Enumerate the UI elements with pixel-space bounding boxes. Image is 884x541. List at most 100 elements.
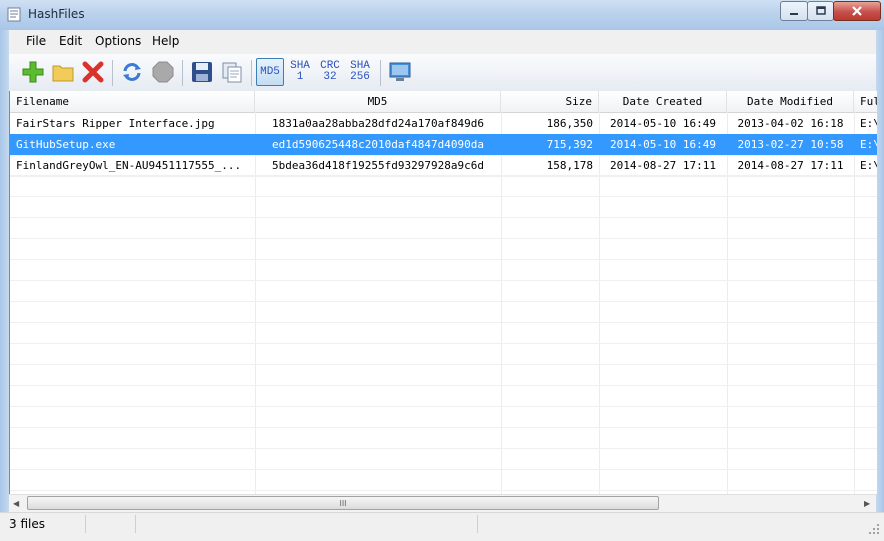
- cell-date-modified: 2013-04-02 16:18: [737, 117, 844, 130]
- minimize-button[interactable]: [780, 1, 808, 21]
- grid-line: [10, 217, 877, 218]
- toolbar-separator: [182, 60, 183, 86]
- stop-icon: [152, 61, 174, 83]
- cell-date-modified: 2014-08-27 17:11: [737, 159, 844, 172]
- column-header: Filename MD5 Size Date Created Date Modi…: [10, 91, 877, 113]
- save-icon: [192, 62, 212, 82]
- save-button[interactable]: [188, 58, 216, 86]
- title-bar[interactable]: HashFiles: [0, 0, 884, 31]
- copy-button[interactable]: [218, 58, 246, 86]
- open-folder-button[interactable]: [49, 58, 77, 86]
- sha256-toggle-button[interactable]: SHA 256: [346, 58, 374, 86]
- grid-line: [10, 238, 877, 239]
- resize-grip-icon[interactable]: [868, 523, 880, 535]
- remove-button[interactable]: [79, 58, 107, 86]
- header-size[interactable]: Size: [501, 91, 599, 112]
- minimize-icon: [790, 13, 798, 15]
- status-file-count: 3 files: [9, 517, 45, 531]
- monitor-button[interactable]: [386, 58, 414, 86]
- status-bar: 3 files: [0, 512, 884, 541]
- header-full-path[interactable]: Ful: [854, 91, 877, 112]
- grid-line: [10, 406, 877, 407]
- cell-date-modified: 2013-02-27 10:58: [737, 138, 844, 151]
- cell-size: 715,392: [546, 138, 593, 151]
- status-divider: [135, 515, 136, 533]
- status-divider: [477, 515, 478, 533]
- cell-filename: GitHubSetup.exe: [16, 138, 116, 151]
- sha256-label: SHA 256: [350, 60, 370, 83]
- menu-bar: File Edit Options Help: [9, 30, 876, 54]
- cell-full-path: E:\: [860, 117, 877, 130]
- cell-full-path: E:\: [860, 138, 877, 151]
- cell-filename: FairStars Ripper Interface.jpg: [16, 117, 215, 130]
- cell-filename: FinlandGreyOwl_EN-AU9451117555_...: [16, 159, 242, 172]
- grid-line: [10, 301, 877, 302]
- header-filename[interactable]: Filename: [10, 91, 255, 112]
- cell-full-path: E:\: [860, 159, 877, 172]
- add-files-button[interactable]: [19, 58, 47, 86]
- toolbar-separator: [251, 60, 252, 86]
- table-row-selected[interactable]: GitHubSetup.exe ed1d590625448c2010daf484…: [10, 134, 877, 156]
- grid-line: [10, 259, 877, 260]
- cell-size: 158,178: [546, 159, 593, 172]
- menu-help[interactable]: Help: [152, 34, 179, 48]
- header-date-modified[interactable]: Date Modified: [727, 91, 854, 112]
- open-folder-icon: [52, 65, 74, 82]
- refresh-icon: [123, 63, 141, 81]
- scroll-thumb[interactable]: III: [27, 496, 659, 510]
- crc32-toggle-button[interactable]: CRC 32: [316, 58, 344, 86]
- grid-line: [10, 343, 877, 344]
- scroll-grip: III: [339, 498, 347, 508]
- crc32-label: CRC 32: [320, 60, 340, 83]
- grid-line: [10, 322, 877, 323]
- status-divider: [85, 515, 86, 533]
- grid-line: [10, 469, 877, 470]
- menu-file[interactable]: File: [26, 34, 46, 48]
- sha1-toggle-button[interactable]: SHA 1: [286, 58, 314, 86]
- horizontal-scrollbar[interactable]: ◀ III ▶: [9, 494, 876, 512]
- add-icon: [22, 61, 44, 83]
- grid-line: [10, 427, 877, 428]
- grid-line: [10, 364, 877, 365]
- toolbar-separator: [380, 60, 381, 86]
- stop-button[interactable]: [149, 58, 177, 86]
- app-icon: [7, 7, 21, 22]
- sha1-label: SHA 1: [290, 60, 310, 83]
- grid-line: [10, 280, 877, 281]
- md5-toggle-button[interactable]: MD5: [256, 58, 284, 86]
- maximize-icon: [815, 6, 826, 15]
- refresh-button[interactable]: [118, 58, 146, 86]
- cell-size: 186,350: [546, 117, 593, 130]
- grid-line: [10, 385, 877, 386]
- menu-edit[interactable]: Edit: [59, 34, 82, 48]
- toolbar-separator: [112, 60, 113, 86]
- close-icon: [852, 6, 862, 16]
- monitor-icon: [389, 62, 411, 81]
- md5-label: MD5: [260, 65, 280, 78]
- cell-md5: 1831a0aa28abba28dfd24a170af849d6: [272, 117, 484, 130]
- close-button[interactable]: [833, 1, 881, 21]
- grid-line: [10, 490, 877, 491]
- window-frame-left: [0, 30, 9, 512]
- file-list[interactable]: Filename MD5 Size Date Created Date Modi…: [9, 91, 877, 494]
- scroll-right-icon[interactable]: ▶: [864, 499, 870, 508]
- maximize-button[interactable]: [807, 1, 834, 21]
- cell-date-created: 2014-05-10 16:49: [610, 117, 716, 130]
- header-date-created[interactable]: Date Created: [599, 91, 727, 112]
- window-frame-right: [876, 30, 884, 512]
- scroll-left-icon[interactable]: ◀: [13, 499, 19, 508]
- header-md5[interactable]: MD5: [255, 91, 501, 112]
- grid-line: [10, 196, 877, 197]
- cell-md5: 5bdea36d418f19255fd93297928a9c6d: [272, 159, 484, 172]
- window-title: HashFiles: [28, 7, 85, 21]
- delete-icon: [82, 61, 104, 83]
- grid-line: [10, 448, 877, 449]
- toolbar: MD5 SHA 1 CRC 32 SHA 256: [9, 54, 876, 92]
- table-row[interactable]: FinlandGreyOwl_EN-AU9451117555_... 5bdea…: [10, 155, 877, 177]
- table-row[interactable]: FairStars Ripper Interface.jpg 1831a0aa2…: [10, 113, 877, 135]
- cell-date-created: 2014-08-27 17:11: [610, 159, 716, 172]
- cell-date-created: 2014-05-10 16:49: [610, 138, 716, 151]
- cell-md5: ed1d590625448c2010daf4847d4090da: [272, 138, 484, 151]
- menu-options[interactable]: Options: [95, 34, 141, 48]
- copy-icon: [222, 62, 242, 83]
